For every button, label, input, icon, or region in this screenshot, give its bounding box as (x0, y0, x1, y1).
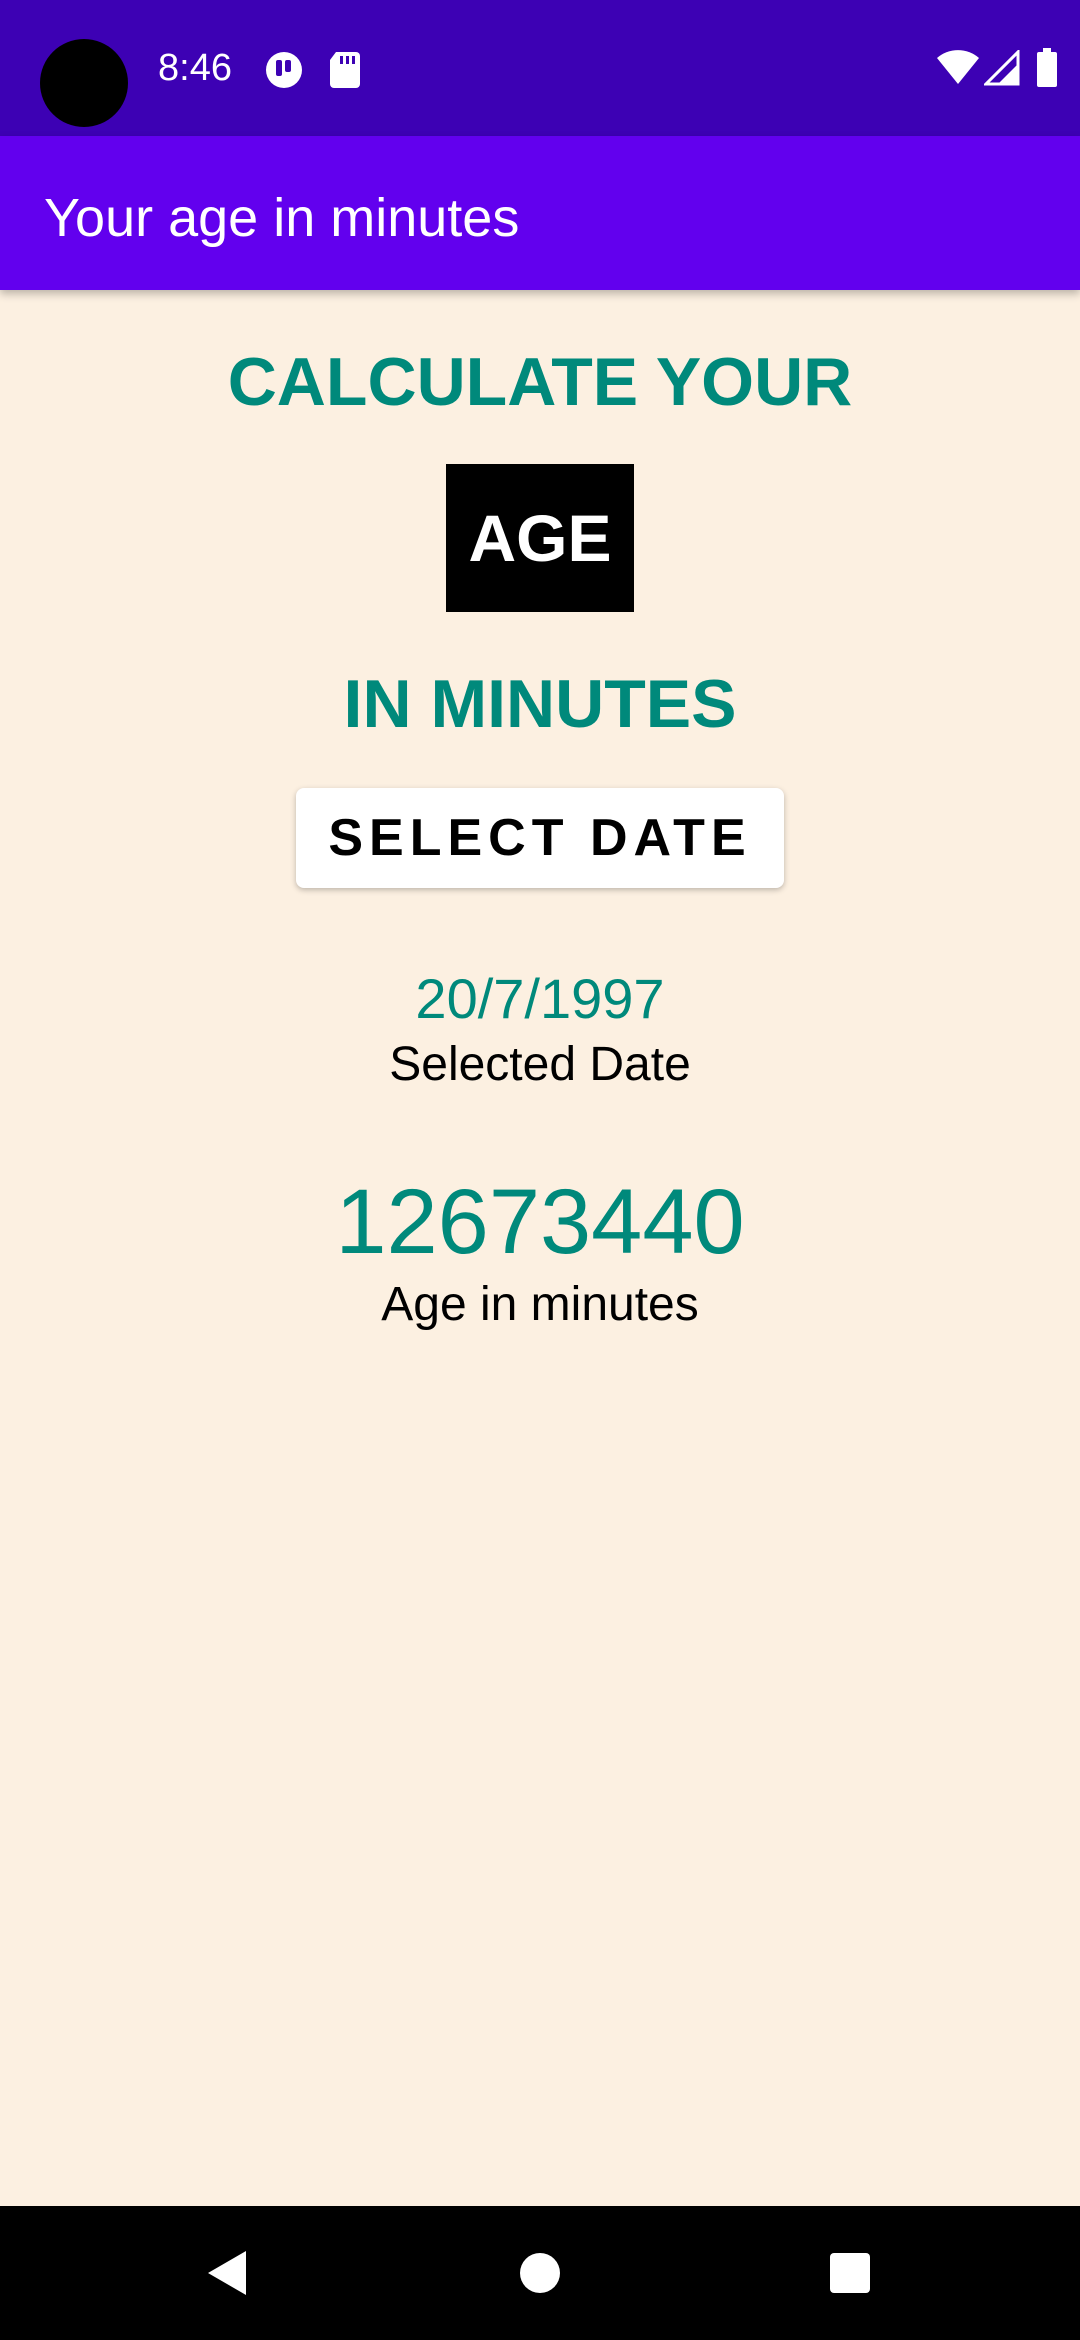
selected-date-label: Selected Date (389, 1038, 691, 1091)
back-icon[interactable] (186, 2233, 266, 2313)
selected-date-value: 20/7/1997 (415, 967, 665, 1030)
navigation-bar (0, 2206, 1080, 2340)
main-content: CALCULATE YOUR AGE IN MINUTES SELECT DAT… (0, 290, 1080, 2206)
heading-age-box: AGE (446, 464, 634, 612)
age-in-minutes-label: Age in minutes (381, 1278, 699, 1331)
select-date-button[interactable]: SELECT DATE (296, 788, 784, 888)
status-time: 8:46 (158, 47, 232, 89)
battery-icon (1036, 48, 1058, 93)
recents-icon[interactable] (810, 2233, 890, 2313)
status-bar: 8:46 (0, 0, 1080, 136)
wifi-icon (936, 50, 980, 91)
age-in-minutes-value: 12673440 (335, 1171, 745, 1273)
app-title: Your age in minutes (44, 188, 520, 248)
heading-calculate-your: CALCULATE YOUR (227, 344, 853, 420)
app-bar: Your age in minutes (0, 136, 1080, 290)
heading-in-minutes: IN MINUTES (343, 666, 737, 742)
sd-card-icon (328, 50, 362, 93)
camera-hole (40, 39, 128, 127)
home-icon[interactable] (500, 2233, 580, 2313)
privacy-indicator-icon (264, 50, 304, 95)
signal-icon (982, 48, 1020, 91)
